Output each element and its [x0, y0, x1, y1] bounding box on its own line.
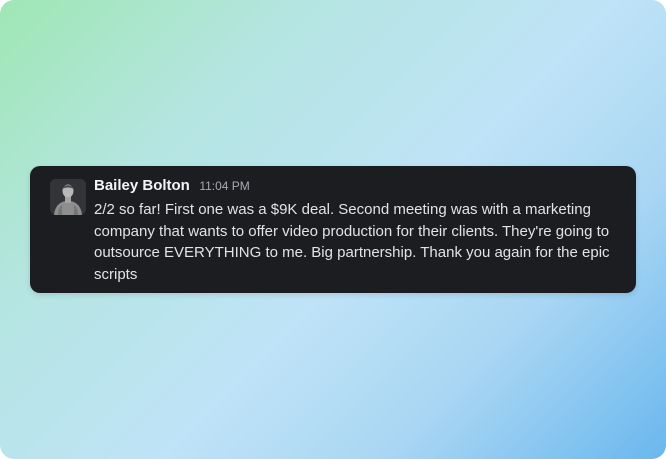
message-header: Bailey Bolton 11:04 PM	[94, 177, 250, 195]
message-timestamp[interactable]: 11:04 PM	[199, 179, 249, 193]
chat-message: Bailey Bolton 11:04 PM 2/2 so far! First…	[30, 166, 636, 293]
user-avatar-icon	[50, 179, 86, 215]
message-body: 2/2 so far! First one was a $9K deal. Se…	[94, 201, 610, 283]
background-frame: Bailey Bolton 11:04 PM 2/2 so far! First…	[0, 0, 666, 459]
sender-name[interactable]: Bailey Bolton	[94, 177, 190, 194]
avatar[interactable]	[50, 179, 86, 215]
